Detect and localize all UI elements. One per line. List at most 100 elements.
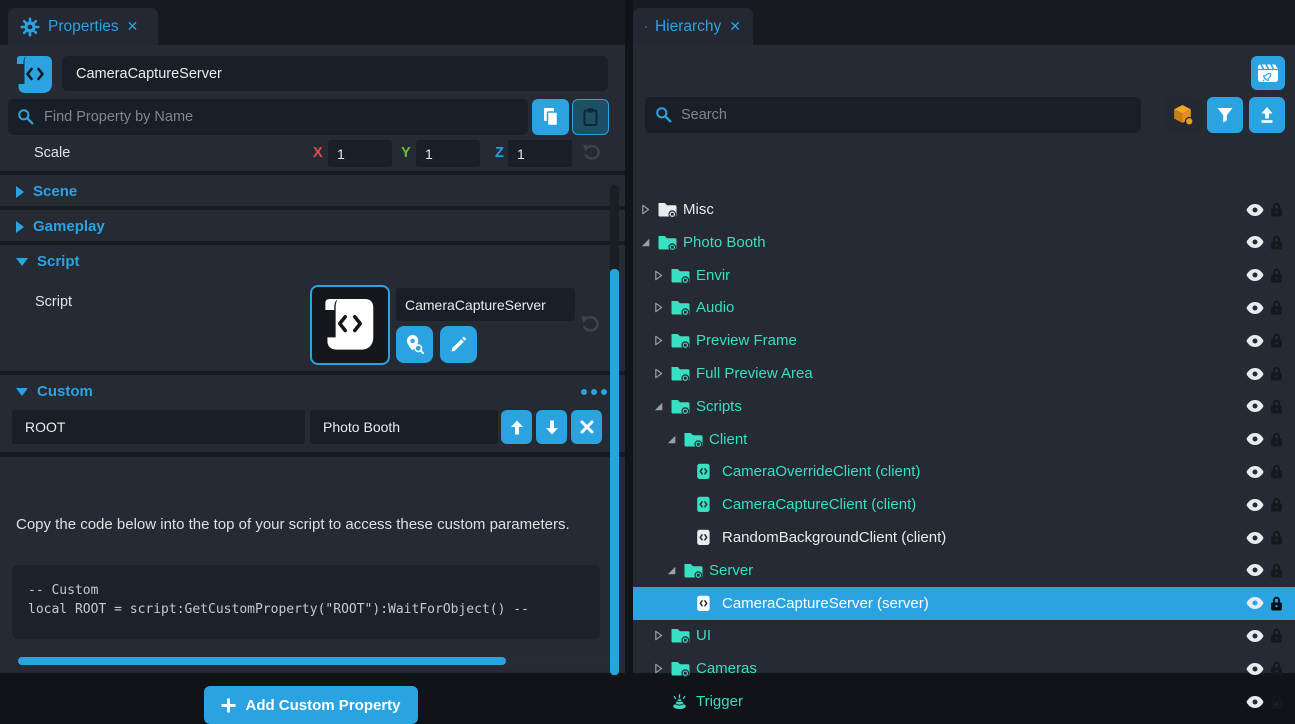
tab-properties[interactable]: Properties ✕ — [8, 8, 158, 45]
tree-row-ui[interactable]: UI — [633, 619, 1295, 652]
tree-row-randombackgroundclient-client[interactable]: RandomBackgroundClient (client) — [633, 521, 1295, 554]
lock-icon[interactable] — [1270, 366, 1283, 381]
eye-visibility-icon[interactable] — [1246, 433, 1264, 445]
lock-icon[interactable] — [1270, 694, 1283, 709]
custom-menu-button[interactable] — [581, 389, 607, 395]
lock-icon[interactable] — [1270, 432, 1283, 447]
lock-icon[interactable] — [1270, 399, 1283, 414]
script-thumbnail[interactable] — [310, 285, 390, 365]
object-name-input[interactable] — [62, 56, 608, 91]
edit-script-button[interactable] — [440, 326, 477, 363]
find-script-button[interactable] — [396, 326, 433, 363]
code-snippet[interactable]: -- Custom local ROOT = script:GetCustomP… — [12, 565, 600, 639]
expand-arrow-icon[interactable] — [653, 335, 670, 346]
tree-row-scripts[interactable]: Scripts — [633, 390, 1295, 423]
vertical-scrollbar-thumb[interactable] — [610, 269, 619, 675]
filter-button[interactable] — [1207, 97, 1243, 133]
reset-scale-icon[interactable] — [581, 142, 602, 167]
scene-preview-button[interactable] — [1251, 56, 1285, 90]
script-property-label: Script — [35, 294, 72, 310]
eye-visibility-icon[interactable] — [1246, 466, 1264, 478]
lock-icon[interactable] — [1270, 202, 1283, 217]
eye-visibility-icon[interactable] — [1246, 696, 1264, 708]
eye-visibility-icon[interactable] — [1246, 630, 1264, 642]
eye-visibility-icon[interactable] — [1246, 269, 1264, 281]
section-scene[interactable]: Scene — [0, 176, 617, 207]
properties-panel: Properties ✕ — [0, 0, 625, 673]
eye-visibility-icon[interactable] — [1246, 368, 1264, 380]
tree-row-envir[interactable]: Envir — [633, 259, 1295, 292]
tree-row-server[interactable]: Server — [633, 554, 1295, 587]
eye-visibility-icon[interactable] — [1246, 236, 1264, 248]
lock-icon[interactable] — [1270, 661, 1283, 676]
paste-properties-button[interactable] — [572, 99, 609, 135]
lock-icon[interactable] — [1270, 464, 1283, 479]
expand-arrow-icon[interactable] — [653, 630, 670, 641]
section-script[interactable]: Script — [0, 246, 617, 277]
tree-row-client[interactable]: Client — [633, 423, 1295, 456]
lock-icon[interactable] — [1270, 563, 1283, 578]
eye-visibility-icon[interactable] — [1246, 532, 1264, 544]
tree-row-audio[interactable]: Audio — [633, 291, 1295, 324]
eye-visibility-icon[interactable] — [1246, 302, 1264, 314]
tab-hierarchy-close-icon[interactable]: ✕ — [729, 18, 741, 35]
scale-y-input[interactable]: 1 — [416, 140, 480, 167]
custom-property-value-input[interactable]: Photo Booth — [310, 410, 498, 444]
tree-row-preview-frame[interactable]: Preview Frame — [633, 324, 1295, 357]
horizontal-scrollbar-thumb[interactable] — [18, 657, 506, 665]
lock-icon[interactable] — [1270, 628, 1283, 643]
property-search-input[interactable] — [8, 99, 528, 135]
expand-arrow-icon[interactable] — [666, 434, 683, 445]
scale-z-input[interactable]: 1 — [508, 140, 572, 167]
eye-visibility-icon[interactable] — [1246, 564, 1264, 576]
expand-arrow-icon[interactable] — [653, 302, 670, 313]
lock-icon[interactable] — [1270, 300, 1283, 315]
section-custom[interactable]: Custom — [0, 376, 617, 407]
move-down-button[interactable] — [536, 410, 567, 444]
scale-x-input[interactable]: 1 — [328, 140, 392, 167]
reset-script-icon[interactable] — [579, 313, 601, 339]
lock-icon[interactable] — [1270, 497, 1283, 512]
expand-arrow-icon[interactable] — [653, 401, 670, 412]
tab-properties-close-icon[interactable]: ✕ — [127, 18, 139, 35]
eye-visibility-icon[interactable] — [1246, 400, 1264, 412]
folder-icon — [657, 234, 681, 251]
expand-arrow-icon[interactable] — [666, 565, 683, 576]
tree-row-misc[interactable]: Misc — [633, 193, 1295, 226]
lock-icon[interactable] — [1270, 596, 1283, 611]
expand-arrow-icon[interactable] — [640, 237, 657, 248]
tree-row-trigger[interactable]: Trigger — [633, 685, 1295, 718]
eye-visibility-icon[interactable] — [1246, 499, 1264, 511]
add-custom-property-button[interactable]: Add Custom Property — [204, 686, 418, 724]
tree-row-cameracaptureclient-client[interactable]: CameraCaptureClient (client) — [633, 488, 1295, 521]
tree-row-photo-booth[interactable]: Photo Booth — [633, 226, 1295, 259]
tree-row-full-preview-area[interactable]: Full Preview Area — [633, 357, 1295, 390]
move-up-button[interactable] — [501, 410, 532, 444]
lock-icon[interactable] — [1270, 333, 1283, 348]
lock-icon[interactable] — [1270, 268, 1283, 283]
vertical-scrollbar[interactable] — [610, 185, 619, 677]
tree-item-label: Preview Frame — [696, 332, 797, 349]
eye-visibility-icon[interactable] — [1246, 597, 1264, 609]
tree-row-cameras[interactable]: Cameras — [633, 652, 1295, 685]
script-icon — [696, 463, 720, 480]
folder-icon — [670, 627, 694, 644]
tree-row-cameracaptureserver-server[interactable]: CameraCaptureServer (server) — [633, 587, 1295, 620]
expand-arrow-icon[interactable] — [640, 204, 657, 215]
tree-row-cameraoverrideclient-client[interactable]: CameraOverrideClient (client) — [633, 455, 1295, 488]
collapse-all-button[interactable] — [1249, 97, 1285, 133]
horizontal-scrollbar[interactable] — [12, 657, 613, 665]
copy-properties-button[interactable] — [532, 99, 569, 135]
eye-visibility-icon[interactable] — [1246, 204, 1264, 216]
tab-hierarchy[interactable]: Hierarchy ✕ — [633, 8, 753, 45]
object-type-filter-button[interactable] — [1165, 97, 1201, 133]
hierarchy-search-input[interactable] — [645, 97, 1141, 133]
expand-arrow-icon[interactable] — [653, 368, 670, 379]
eye-visibility-icon[interactable] — [1246, 335, 1264, 347]
lock-icon[interactable] — [1270, 235, 1283, 250]
custom-property-name-input[interactable]: ROOT — [12, 410, 305, 444]
section-gameplay[interactable]: Gameplay — [0, 211, 617, 242]
lock-icon[interactable] — [1270, 530, 1283, 545]
expand-arrow-icon[interactable] — [653, 270, 670, 281]
delete-property-button[interactable] — [571, 410, 602, 444]
